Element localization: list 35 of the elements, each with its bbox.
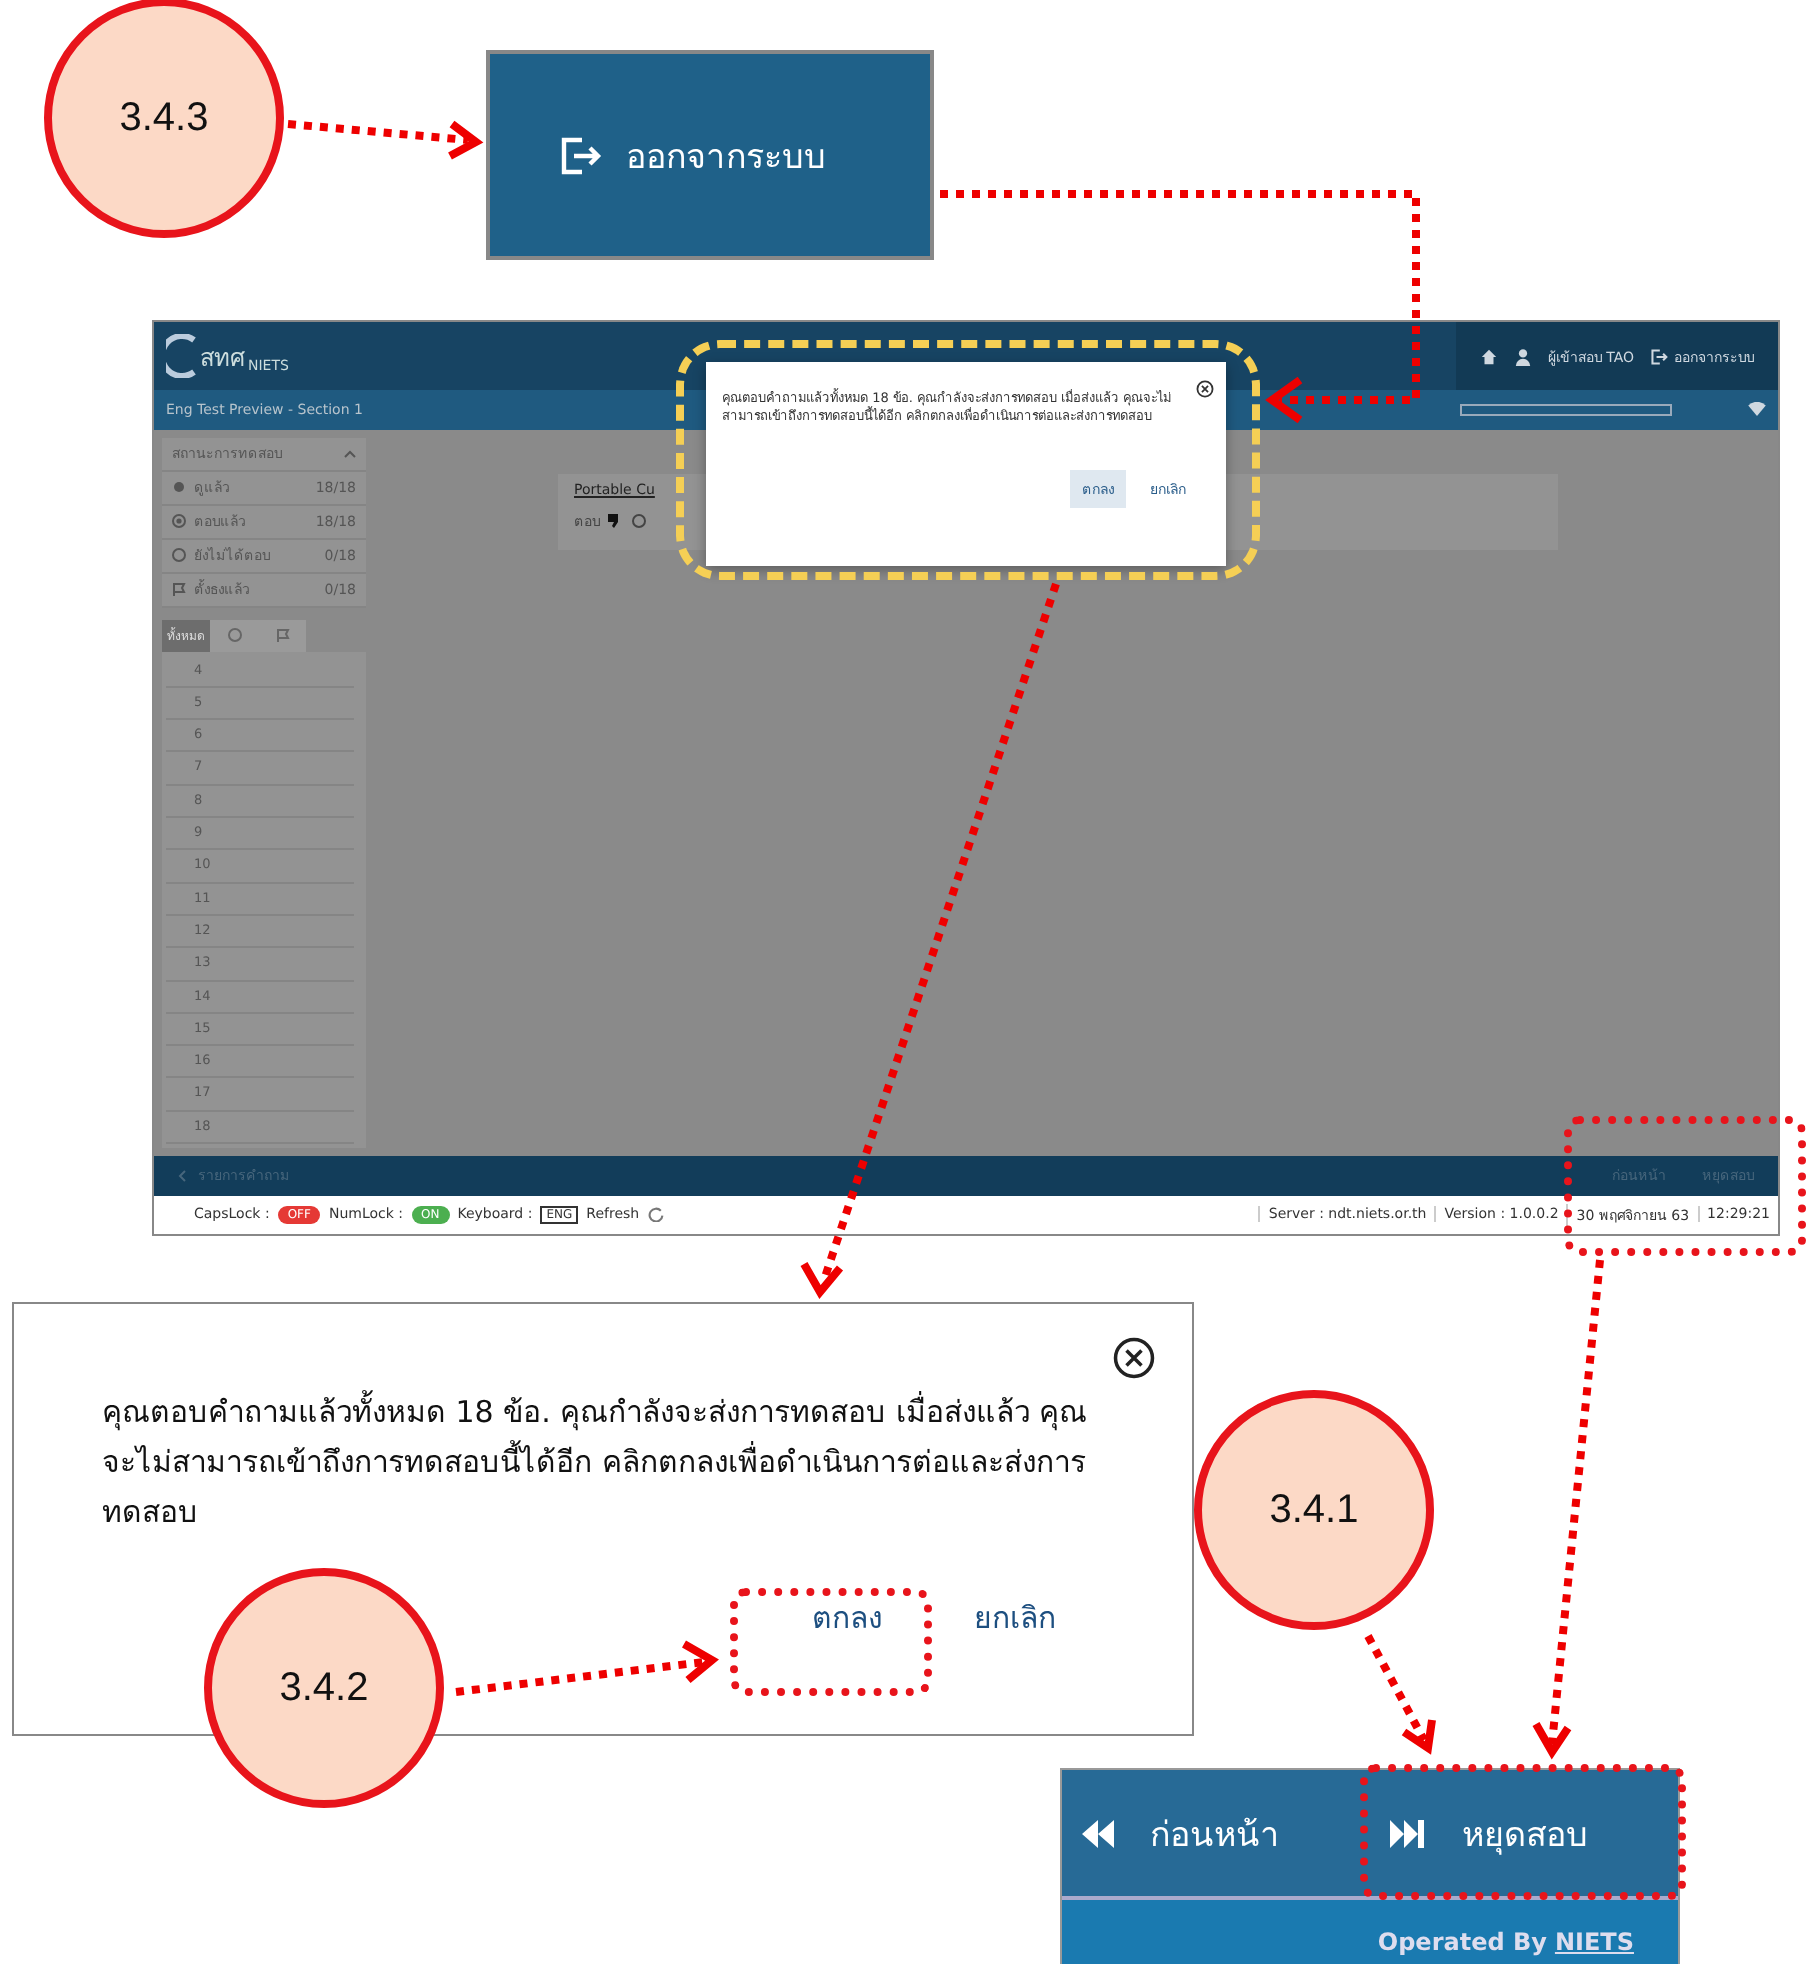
logout-icon — [1650, 347, 1668, 366]
niets-link[interactable]: NIETS — [1554, 1928, 1634, 1956]
radio-icon[interactable] — [632, 513, 646, 528]
dialog-message: คุณตอบคำถามแล้วทั้งหมด 18 ข้อ. คุณกำลังจะส่งการทดสอบ เมื่อส่งแล้ว คุณจะไม่สามารถเข้าถึงการทดสอบนี้ได้อีก คลิกตกลงเพื่อดำเนินการต่อและส่งการทดสอบ — [102, 1388, 1090, 1534]
cancel-button[interactable]: ยกเลิก — [974, 1594, 1056, 1642]
collapse-icon[interactable] — [344, 449, 356, 458]
flag-icon — [275, 628, 289, 643]
thumbs-down-icon — [608, 513, 624, 528]
radio-icon — [172, 514, 186, 529]
circle-icon — [172, 548, 186, 563]
chevron-left-icon — [178, 1169, 186, 1182]
logo-text: สทศ — [200, 341, 246, 376]
close-icon[interactable] — [1196, 380, 1214, 398]
filter-tab[interactable] — [210, 619, 258, 652]
circle-icon — [227, 628, 241, 643]
refresh-icon — [647, 1206, 664, 1223]
wifi-icon — [1748, 402, 1766, 417]
callout-circle: 3.4.3 — [44, 0, 284, 238]
eye-icon — [172, 480, 186, 495]
filter-tab[interactable] — [258, 619, 306, 652]
previous-button[interactable]: ก่อนหน้า — [1062, 1806, 1370, 1860]
operated-by-text: Operated By — [1377, 1928, 1547, 1956]
logo-icon — [166, 334, 198, 379]
person-icon — [1513, 347, 1532, 366]
stop-button[interactable]: หยุดสอบ — [1370, 1806, 1678, 1860]
home-icon[interactable] — [1479, 347, 1498, 366]
skip-forward-icon — [1390, 1819, 1426, 1847]
logout-icon — [558, 133, 602, 177]
logout-button[interactable]: ออกจากระบบ — [486, 50, 934, 260]
ok-button[interactable]: ตกลง — [812, 1594, 882, 1642]
rewind-icon — [1082, 1819, 1114, 1847]
callout-circle: 3.4.1 — [1194, 1390, 1434, 1630]
close-icon[interactable] — [1112, 1336, 1156, 1380]
flag-icon — [172, 582, 186, 597]
connector-arrow — [1364, 1634, 1436, 1755]
